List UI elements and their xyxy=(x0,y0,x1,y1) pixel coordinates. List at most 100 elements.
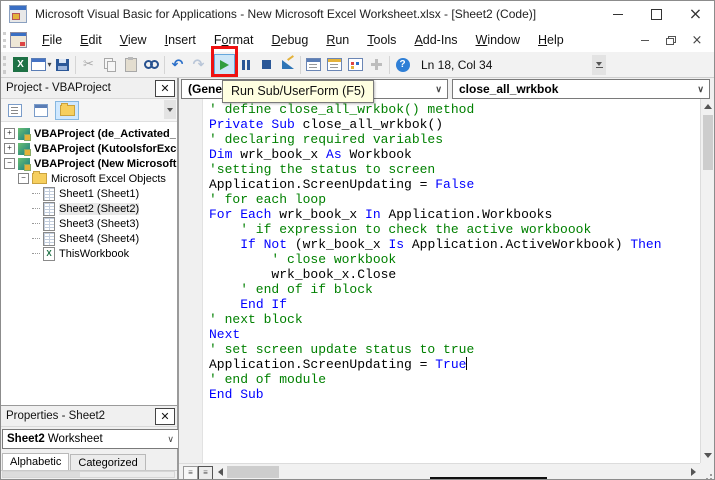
save-button[interactable] xyxy=(52,54,73,75)
design-mode-button[interactable] xyxy=(277,54,298,75)
reset-button[interactable] xyxy=(256,54,277,75)
code-editor[interactable]: ' define close_all_wrkbok() methodPrivat… xyxy=(179,99,700,463)
tree-item-microsoft-excel-objects[interactable]: −Microsoft Excel Objects xyxy=(0,171,177,186)
code-line[interactable]: ' if expression to check the active work… xyxy=(209,222,700,237)
scroll-right-icon[interactable] xyxy=(691,468,696,476)
child-restore-button[interactable] xyxy=(663,32,679,48)
project-panel-close-button[interactable]: ✕ xyxy=(155,80,175,97)
toggle-folders-button[interactable] xyxy=(55,101,79,120)
menu-run[interactable]: Run xyxy=(317,28,358,52)
resize-grip[interactable] xyxy=(710,474,712,476)
code-line[interactable]: ' set screen update status to true xyxy=(209,342,700,357)
tree-item-vbaproject-new-microsoft[interactable]: −VBAProject (New Microsoft xyxy=(0,156,177,171)
scroll-left-icon[interactable] xyxy=(218,468,223,476)
menubar-grip[interactable] xyxy=(3,32,6,48)
tree-item-sheet1-sheet1[interactable]: Sheet1 (Sheet1) xyxy=(0,186,177,201)
expand-icon[interactable]: + xyxy=(4,143,15,154)
procedure-dropdown[interactable]: close_all_wrkbok ∨ xyxy=(452,79,710,99)
view-code-button[interactable] xyxy=(3,101,27,120)
procedure-view-button[interactable]: ≡ xyxy=(183,466,198,480)
code-line[interactable]: Next xyxy=(209,327,700,342)
full-module-view-button[interactable]: ≡ xyxy=(198,466,213,480)
menu-help[interactable]: Help xyxy=(529,28,573,52)
code-line[interactable]: If Not (wrk_book_x Is Application.Active… xyxy=(209,237,700,252)
properties-panel-close-button[interactable]: ✕ xyxy=(155,408,175,425)
dropdown-caret-icon[interactable]: ▾ xyxy=(47,60,51,69)
scroll-up-icon[interactable] xyxy=(704,104,712,109)
tree-item-thisworkbook[interactable]: XThisWorkbook xyxy=(0,246,177,261)
object-selector-dropdown[interactable]: Sheet2 Worksheet ∨ xyxy=(2,429,179,449)
maximize-button[interactable] xyxy=(637,0,676,28)
project-explorer-panel: Project - VBAProject ✕ +VBAProject (de_A… xyxy=(0,78,178,405)
collapse-icon[interactable]: − xyxy=(4,158,15,169)
code-line[interactable]: Application.ScreenUpdating = True xyxy=(209,357,700,372)
tree-item-sheet4-sheet4[interactable]: Sheet4 (Sheet4) xyxy=(0,231,177,246)
code-line[interactable]: 'setting the status to screen xyxy=(209,162,700,177)
child-close-button[interactable]: × xyxy=(689,32,705,48)
view-object-button[interactable] xyxy=(29,101,53,120)
horizontal-scroll-thumb[interactable] xyxy=(227,466,279,478)
menu-view[interactable]: View xyxy=(111,28,156,52)
cut-button[interactable]: ✂ xyxy=(78,54,99,75)
break-button[interactable] xyxy=(235,54,256,75)
menu-file[interactable]: File xyxy=(33,28,71,52)
toolbar-grip[interactable] xyxy=(3,56,6,74)
excel-button[interactable]: X xyxy=(10,54,31,75)
menu-debug[interactable]: Debug xyxy=(262,28,317,52)
annotation-red-rectangle xyxy=(211,46,238,77)
vertical-scroll-thumb[interactable] xyxy=(703,115,713,170)
project-explorer-button[interactable] xyxy=(303,54,324,75)
code-line[interactable]: ' close workbook xyxy=(209,252,700,267)
code-line[interactable]: ' define close_all_wrkbok() method xyxy=(209,102,700,117)
menu-app-icon[interactable] xyxy=(10,32,27,48)
run-button[interactable] xyxy=(214,54,235,75)
code-line[interactable]: wrk_book_x.Close xyxy=(209,267,700,282)
copy-button[interactable] xyxy=(99,54,120,75)
tree-item-vbaproject-kutoolsforexce[interactable]: +VBAProject (KutoolsforExce xyxy=(0,141,177,156)
code-line[interactable]: Private Sub close_all_wrkbok() xyxy=(209,117,700,132)
code-line[interactable]: ' next block xyxy=(209,312,700,327)
selected-object-type: Worksheet xyxy=(45,433,103,445)
toolbox-button[interactable] xyxy=(366,54,387,75)
menu-edit[interactable]: Edit xyxy=(71,28,111,52)
code-line[interactable]: ' for each loop xyxy=(209,192,700,207)
tab-alphabetic[interactable]: Alphabetic xyxy=(2,453,69,470)
tree-item-sheet3-sheet3[interactable]: Sheet3 (Sheet3) xyxy=(0,216,177,231)
minimize-button[interactable] xyxy=(598,0,637,28)
object-browser-button[interactable] xyxy=(345,54,366,75)
expand-icon[interactable]: + xyxy=(4,128,15,139)
toolbar-options-button[interactable] xyxy=(592,55,606,75)
code-line[interactable]: ' end of if block xyxy=(209,282,700,297)
code-line[interactable]: ' declaring required variables xyxy=(209,132,700,147)
code-line[interactable]: ' end of module xyxy=(209,372,700,387)
help-button[interactable]: ? xyxy=(392,54,413,75)
insert-userform-button[interactable]: ▾ xyxy=(31,54,52,75)
find-button[interactable] xyxy=(141,54,162,75)
menu-insert[interactable]: Insert xyxy=(156,28,205,52)
menu-window[interactable]: Window xyxy=(467,28,529,52)
tree-item-vbaproject-de-activated[interactable]: +VBAProject (de_Activated_ xyxy=(0,126,177,141)
menu-addins[interactable]: Add-Ins xyxy=(405,28,466,52)
collapse-icon[interactable]: − xyxy=(18,173,29,184)
code-line[interactable]: Application.ScreenUpdating = False xyxy=(209,177,700,192)
vertical-scrollbar[interactable] xyxy=(700,99,715,463)
code-line[interactable]: End If xyxy=(209,297,700,312)
cursor-position-status: Ln 18, Col 34 xyxy=(421,58,492,72)
code-line[interactable]: End Sub xyxy=(209,387,700,402)
properties-window-button[interactable] xyxy=(324,54,345,75)
cut-icon: ✂ xyxy=(83,58,94,71)
scroll-down-icon[interactable] xyxy=(704,453,712,458)
code-line[interactable]: Dim wrk_book_x As Workbook xyxy=(209,147,700,162)
child-minimize-button[interactable] xyxy=(637,32,653,48)
properties-scrollbar[interactable] xyxy=(2,471,175,478)
paste-button[interactable] xyxy=(120,54,141,75)
redo-button[interactable]: ↷ xyxy=(188,54,209,75)
code-line[interactable]: For Each wrk_book_x In Application.Workb… xyxy=(209,207,700,222)
tab-categorized[interactable]: Categorized xyxy=(70,454,145,470)
close-button[interactable]: × xyxy=(676,0,715,28)
code-margin-indicator-bar[interactable] xyxy=(179,99,203,463)
tree-item-sheet2-sheet2[interactable]: Sheet2 (Sheet2) xyxy=(0,201,177,216)
menu-tools[interactable]: Tools xyxy=(358,28,405,52)
undo-button[interactable]: ↶ xyxy=(167,54,188,75)
project-toolbar-options-button[interactable] xyxy=(164,100,176,119)
